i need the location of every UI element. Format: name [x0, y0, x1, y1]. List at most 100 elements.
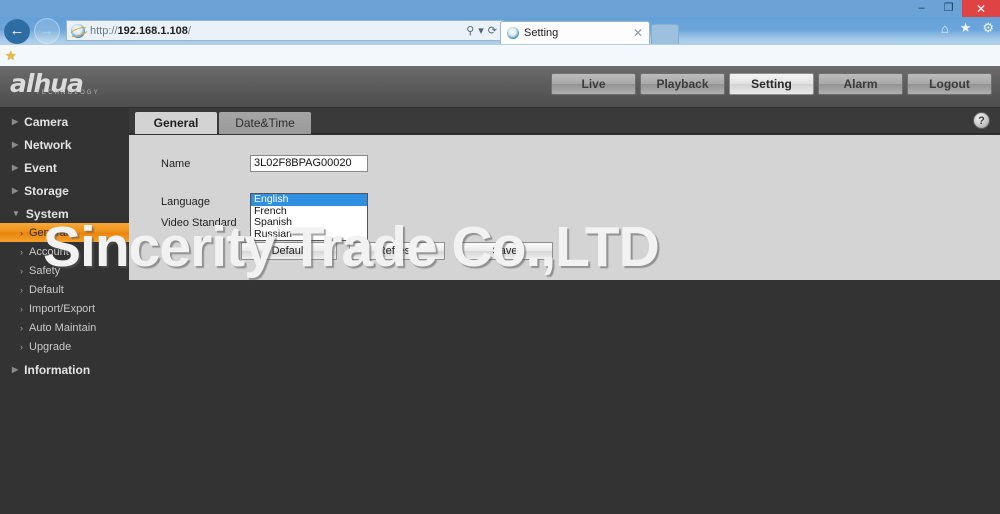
content-tabbar: General Date&Time ? [129, 108, 1000, 134]
video-standard-label: Video Standard [161, 217, 237, 229]
logo-tagline: TECHNOLOGY [36, 90, 101, 96]
name-input[interactable]: 3L02F8BPAG00020 [250, 155, 368, 172]
sidebar-item-default[interactable]: › Default [0, 280, 129, 299]
chevron-right-icon: › [20, 303, 23, 314]
help-icon[interactable]: ? [973, 112, 990, 129]
window-controls: – ❐ ✕ [908, 0, 1000, 17]
chevron-right-icon: ▶ [12, 186, 19, 195]
tab-close-icon[interactable]: ✕ [633, 26, 643, 40]
nav-button-playback[interactable]: Playback [640, 73, 725, 95]
url-path: / [187, 24, 191, 37]
address-bar-actions: ⚲ ▾ ⟳ [466, 24, 499, 37]
chevron-right-icon: › [20, 246, 23, 257]
sidebar-item-label: Auto Maintain [29, 321, 97, 334]
chevron-right-icon: › [20, 227, 23, 238]
refresh-button[interactable]: Refresh [349, 242, 445, 260]
content-area: General Date&Time ? Name 3L02F8BPAG00020… [129, 108, 1000, 514]
app-header: alhua TECHNOLOGY Live Playback Setting A… [0, 66, 1000, 108]
browser-tab-setting[interactable]: Setting ✕ [500, 21, 650, 44]
restore-icon[interactable]: ❐ [935, 0, 962, 17]
name-label: Name [161, 157, 191, 170]
chevron-right-icon: ▶ [12, 365, 19, 374]
sidebar-item-label: General [29, 226, 69, 239]
sidebar-item-label: Storage [24, 183, 69, 198]
name-row: Name [161, 155, 190, 172]
nav-button-live[interactable]: Live [551, 73, 636, 95]
url-scheme: http:// [90, 24, 118, 37]
sidebar-item-general[interactable]: › General [0, 223, 129, 242]
sidebar-item-network[interactable]: ▶ Network [0, 135, 129, 154]
video-standard-row: Video Standard [161, 216, 237, 230]
settings-panel: Name 3L02F8BPAG00020 Language Video Stan… [129, 135, 1000, 280]
nav-button-logout[interactable]: Logout [907, 73, 992, 95]
gear-icon[interactable]: ⚙ [982, 20, 994, 36]
browser-chrome: – ❐ ✕ ← → http://192.168.1.108/ ⚲ ▾ ⟳ Se… [0, 0, 1000, 66]
language-row: Language [161, 195, 210, 209]
chevron-down-icon: ▼ [12, 209, 20, 218]
action-button-row: Default Refresh Save [241, 242, 553, 260]
sidebar: ▶ Camera ▶ Network ▶ Event ▶ Storage ▼ S… [0, 108, 129, 514]
sidebar-item-label: Account [29, 245, 69, 258]
sidebar-item-label: Information [24, 362, 91, 377]
internet-explorer-icon [71, 23, 85, 38]
tab-date-time[interactable]: Date&Time [219, 112, 311, 134]
home-icon[interactable]: ⌂ [941, 21, 949, 36]
chevron-right-icon: ▶ [12, 140, 19, 149]
default-button[interactable]: Default [241, 242, 337, 260]
chevron-right-icon: › [20, 341, 23, 352]
new-tab-button[interactable] [651, 24, 679, 44]
sidebar-item-system[interactable]: ▼ System [0, 204, 129, 223]
minimize-icon[interactable]: – [908, 0, 935, 17]
sidebar-item-label: Event [24, 160, 57, 175]
save-button[interactable]: Save [457, 242, 553, 260]
favorites-icon[interactable]: ★ [960, 20, 972, 36]
sidebar-item-camera[interactable]: ▶ Camera [0, 112, 129, 131]
chevron-right-icon: › [20, 322, 23, 333]
tab-favicon-icon [507, 27, 519, 39]
language-option-spanish[interactable]: Spanish [251, 216, 367, 229]
sidebar-item-label: Safety [29, 264, 61, 277]
chevron-down-icon[interactable]: ▾ [478, 24, 484, 37]
address-bar-text: http://192.168.1.108/ [90, 25, 191, 37]
browser-tab-label: Setting [524, 27, 559, 39]
language-label: Language [161, 196, 210, 208]
language-option-russian[interactable]: Russian [251, 228, 367, 241]
top-navigation: Live Playback Setting Alarm Logout [551, 73, 992, 95]
browser-tab-strip: Setting ✕ [500, 19, 679, 44]
sidebar-item-storage[interactable]: ▶ Storage [0, 181, 129, 200]
sidebar-item-label: Network [24, 137, 72, 152]
refresh-icon[interactable]: ⟳ [488, 24, 497, 37]
language-option-english[interactable]: English [251, 193, 367, 206]
back-button[interactable]: ← [4, 17, 30, 44]
sidebar-item-label: Default [29, 283, 64, 296]
sidebar-item-account[interactable]: › Account [0, 242, 129, 261]
bookmark-star-icon[interactable]: ★ [5, 48, 17, 64]
favorites-bar: ★ [0, 44, 1000, 66]
language-dropdown-list[interactable]: English French Spanish Russian [250, 193, 368, 241]
chevron-right-icon: ▶ [12, 163, 19, 172]
sidebar-item-event[interactable]: ▶ Event [0, 158, 129, 177]
sidebar-item-information[interactable]: ▶ Information [0, 360, 129, 379]
chevron-right-icon: › [20, 265, 23, 276]
sidebar-item-safety[interactable]: › Safety [0, 261, 129, 280]
chevron-right-icon: › [20, 284, 23, 295]
search-icon[interactable]: ⚲ [466, 24, 474, 37]
sidebar-item-label: System [25, 206, 69, 221]
nav-button-setting[interactable]: Setting [729, 73, 814, 95]
sidebar-item-upgrade[interactable]: › Upgrade [0, 337, 129, 356]
browser-command-bar: ⌂ ★ ⚙ [941, 20, 994, 36]
chevron-right-icon: ▶ [12, 117, 19, 126]
window-titlebar: – ❐ ✕ [0, 0, 1000, 17]
sidebar-item-label: Upgrade [29, 340, 72, 353]
close-icon[interactable]: ✕ [962, 0, 1000, 17]
address-bar[interactable]: http://192.168.1.108/ ⚲ ▾ ⟳ [66, 20, 504, 41]
page-body: ▶ Camera ▶ Network ▶ Event ▶ Storage ▼ S… [0, 108, 1000, 514]
sidebar-item-label: Camera [24, 114, 69, 129]
sidebar-item-label: Import/Export [29, 302, 96, 315]
nav-button-alarm[interactable]: Alarm [818, 73, 903, 95]
sidebar-item-import-export[interactable]: › Import/Export [0, 299, 129, 318]
tab-general[interactable]: General [135, 112, 217, 134]
screen-root: – ❐ ✕ ← → http://192.168.1.108/ ⚲ ▾ ⟳ Se… [0, 0, 1000, 514]
sidebar-item-auto-maintain[interactable]: › Auto Maintain [0, 318, 129, 337]
forward-button[interactable]: → [34, 17, 60, 44]
